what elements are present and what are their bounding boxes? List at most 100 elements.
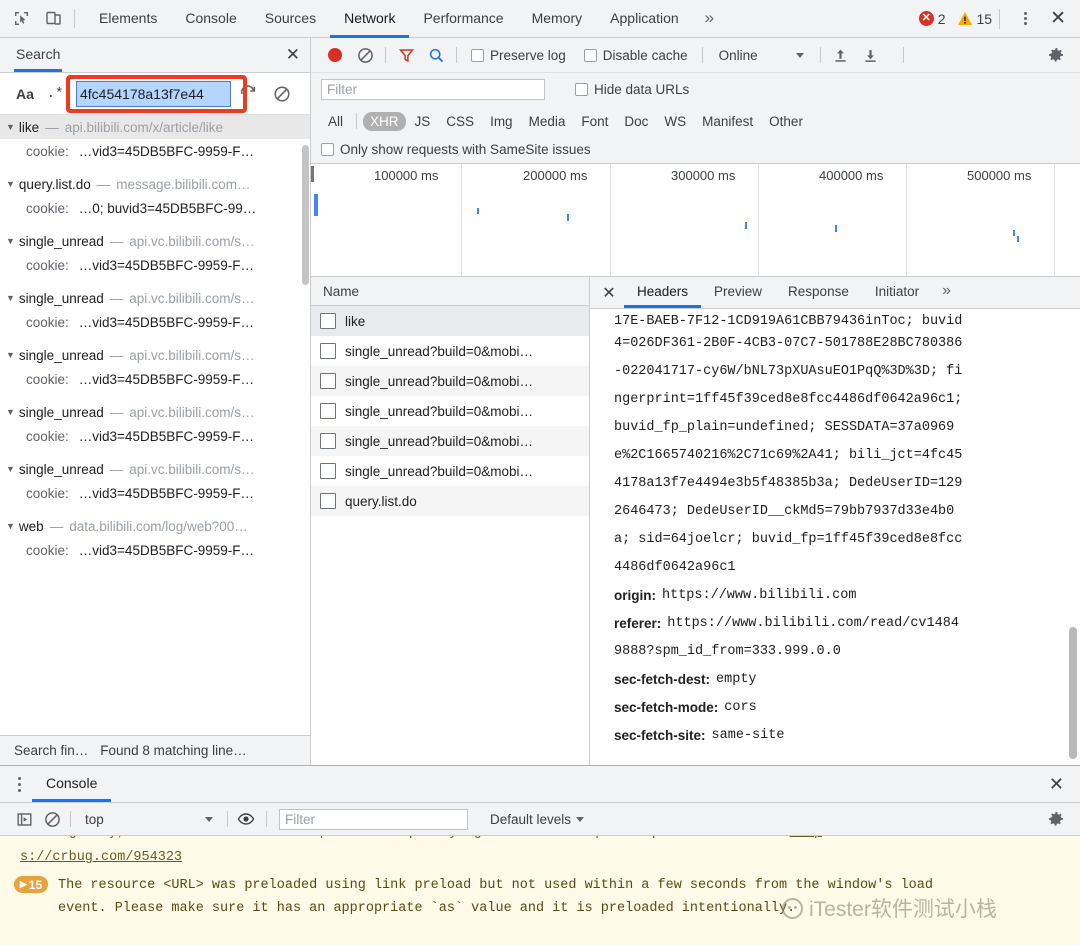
filter-type-font[interactable]: Font (574, 112, 615, 131)
chevron-down-icon[interactable]: ▼ (6, 293, 15, 303)
search-result-group[interactable]: ▼ single_unread — api.vc.bilibili.com/s…… (0, 400, 310, 448)
search-input[interactable] (76, 80, 231, 107)
filter-type-img[interactable]: Img (483, 112, 520, 131)
tab-console[interactable]: Console (171, 1, 250, 38)
search-results-list[interactable]: ▼ like — api.bilibili.com/x/article/like… (0, 115, 310, 735)
disable-cache-checkbox[interactable]: Disable cache (576, 48, 696, 63)
request-checkbox[interactable] (320, 493, 336, 509)
search-result-group[interactable]: ▼ query.list.do — message.bilibili.com… … (0, 172, 310, 220)
table-row[interactable]: single_unread?build=0&mobi… (311, 336, 589, 366)
search-result-header[interactable]: ▼ web — data.bilibili.com/log/web?00… (0, 514, 310, 538)
search-result-header[interactable]: ▼ single_unread — api.vc.bilibili.com/s… (0, 400, 310, 424)
search-result-line[interactable]: cookie: …vid3=45DB5BFC-9959-F… (0, 367, 310, 391)
tab-performance[interactable]: Performance (409, 1, 517, 38)
close-search-icon[interactable]: ✕ (286, 45, 300, 65)
table-row[interactable]: single_unread?build=0&mobi… (311, 426, 589, 456)
filter-type-all[interactable]: All (321, 112, 350, 131)
tab-headers[interactable]: Headers (624, 277, 702, 308)
regex-button[interactable]: .* (40, 86, 70, 102)
crbug-link[interactable]: s://crbug.com/954323 (20, 850, 182, 865)
console-output[interactable]: loading=lazy, but had no dimensions spec… (0, 836, 1080, 945)
filter-type-manifest[interactable]: Manifest (695, 112, 760, 131)
chevron-down-icon[interactable]: ▼ (6, 407, 15, 417)
search-result-group[interactable]: ▼ single_unread — api.vc.bilibili.com/s…… (0, 457, 310, 505)
table-row[interactable]: like (311, 306, 589, 336)
request-checkbox[interactable] (320, 403, 336, 419)
console-settings-gear-icon[interactable] (1042, 806, 1070, 832)
search-result-group[interactable]: ▼ web — data.bilibili.com/log/web?00… co… (0, 514, 310, 562)
chevron-down-icon[interactable]: ▼ (6, 122, 15, 132)
search-result-line[interactable]: cookie: …0; buvid3=45DB5BFC-99… (0, 196, 310, 220)
search-result-header[interactable]: ▼ single_unread — api.vc.bilibili.com/s… (0, 229, 310, 253)
search-result-line[interactable]: cookie: …vid3=45DB5BFC-9959-F… (0, 424, 310, 448)
execute-icon[interactable] (10, 806, 38, 832)
chevron-down-icon[interactable]: ▼ (6, 464, 15, 474)
live-expression-eye-icon[interactable] (232, 806, 260, 832)
network-filter-input[interactable]: Filter (321, 79, 545, 100)
search-result-header[interactable]: ▼ like — api.bilibili.com/x/article/like (0, 115, 310, 139)
tab-memory[interactable]: Memory (518, 1, 597, 38)
log-levels-select[interactable]: Default levels (468, 812, 585, 827)
headers-scrollbar[interactable] (1069, 627, 1077, 759)
table-row[interactable]: single_unread?build=0&mobi… (311, 396, 589, 426)
more-tabs-icon[interactable]: » (693, 1, 726, 38)
refresh-search-icon[interactable] (231, 84, 265, 103)
search-result-line[interactable]: cookie: …vid3=45DB5BFC-9959-F… (0, 253, 310, 277)
network-overview-timeline[interactable]: 100000 ms 200000 ms 300000 ms 400000 ms … (311, 164, 1080, 277)
requests-list[interactable]: like single_unread?build=0&mobi… single_… (311, 306, 589, 796)
filter-type-other[interactable]: Other (762, 112, 810, 131)
search-result-header[interactable]: ▼ single_unread — api.vc.bilibili.com/s… (0, 286, 310, 310)
console-warning-message[interactable]: ▶ 15 The resource <URL> was preloaded usi… (0, 874, 1080, 920)
filter-type-doc[interactable]: Doc (617, 112, 655, 131)
inspect-icon[interactable] (10, 8, 32, 30)
search-result-line[interactable]: cookie: …vid3=45DB5BFC-9959-F… (0, 310, 310, 334)
request-checkbox[interactable] (320, 373, 336, 389)
filter-type-media[interactable]: Media (522, 112, 573, 131)
request-checkbox[interactable] (320, 313, 336, 329)
tab-response[interactable]: Response (775, 277, 862, 308)
chevron-down-icon[interactable]: ▼ (6, 350, 15, 360)
message-repeat-count[interactable]: ▶ 15 (14, 876, 48, 893)
drawer-menu-icon[interactable] (6, 766, 32, 802)
requests-column-header[interactable]: Name (311, 277, 589, 306)
chevron-down-icon[interactable]: ▼ (6, 236, 15, 246)
search-result-line[interactable]: cookie: …vid3=45DB5BFC-9959-F… (0, 139, 310, 163)
warning-badge[interactable]: 15 (957, 11, 992, 27)
tab-sources[interactable]: Sources (251, 1, 330, 38)
record-icon[interactable] (321, 42, 349, 68)
network-settings-gear-icon[interactable] (1042, 42, 1070, 68)
error-badge[interactable]: ✕ 2 (918, 11, 946, 27)
samesite-checkbox[interactable]: Only show requests with SameSite issues (321, 142, 599, 157)
filter-type-css[interactable]: CSS (439, 112, 481, 131)
chevron-down-icon[interactable]: ▼ (6, 179, 15, 189)
close-drawer-icon[interactable]: ✕ (1033, 766, 1080, 802)
request-checkbox[interactable] (320, 463, 336, 479)
clear-network-icon[interactable] (351, 42, 379, 68)
tab-initiator[interactable]: Initiator (862, 277, 932, 308)
search-result-header[interactable]: ▼ single_unread — api.vc.bilibili.com/s… (0, 343, 310, 367)
import-har-icon[interactable] (827, 42, 855, 68)
filter-icon[interactable] (392, 42, 420, 68)
tab-drawer-console[interactable]: Console (32, 766, 112, 802)
search-result-line[interactable]: cookie: …vid3=45DB5BFC-9959-F… (0, 481, 310, 505)
search-results-scrollbar[interactable] (302, 145, 309, 285)
device-toolbar-icon[interactable] (42, 8, 64, 30)
hide-data-urls-checkbox[interactable]: Hide data URLs (567, 82, 697, 97)
chevron-down-icon[interactable]: ▼ (6, 521, 15, 531)
close-devtools-icon[interactable]: ✕ (1046, 7, 1070, 30)
search-result-group[interactable]: ▼ like — api.bilibili.com/x/article/like… (0, 115, 310, 163)
preserve-log-checkbox[interactable]: Preserve log (463, 48, 574, 63)
search-result-header[interactable]: ▼ single_unread — api.vc.bilibili.com/s… (0, 457, 310, 481)
table-row[interactable]: single_unread?build=0&mobi… (311, 366, 589, 396)
search-result-group[interactable]: ▼ single_unread — api.vc.bilibili.com/s…… (0, 286, 310, 334)
filter-type-ws[interactable]: WS (657, 112, 693, 131)
headers-content[interactable]: 17E-BAEB-7F12-1CD919A61CBB79436inToc; bu… (590, 309, 1080, 828)
execution-context-select[interactable]: top (75, 812, 205, 827)
search-result-line[interactable]: cookie: …vid3=45DB5BFC-9959-F… (0, 538, 310, 562)
search-icon[interactable] (422, 42, 450, 68)
tab-elements[interactable]: Elements (85, 1, 171, 38)
search-result-group[interactable]: ▼ single_unread — api.vc.bilibili.com/s…… (0, 229, 310, 277)
filter-type-js[interactable]: JS (408, 112, 438, 131)
request-checkbox[interactable] (320, 433, 336, 449)
more-detail-tabs-icon[interactable]: » (932, 277, 961, 308)
